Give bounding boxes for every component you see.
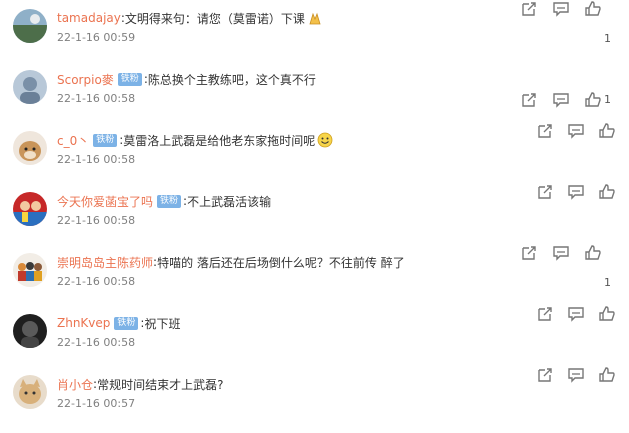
comment-item: 崇明岛岛主陈药师: 特喵的 落后还在后场倒什么呢？不往前传 醉了 22-1-16 … [0,244,629,305]
comment-username[interactable]: 今天你爱菡宝了吗 [57,193,153,210]
share-icon[interactable] [536,122,554,140]
comment-icon[interactable] [552,0,570,18]
comment-time: 22-1-16 00:58 [57,336,136,349]
fan-badge[interactable]: 铁粉 [93,133,118,147]
comment-text: 特喵的 落后还在后场倒什么呢？不往前传 醉了 [157,255,405,270]
comment-username[interactable]: ZhnKvep [57,316,110,330]
comment-icon[interactable] [567,305,585,323]
thumbs-up-icon[interactable] [584,244,602,262]
comment-username[interactable]: 崇明岛岛主陈药师 [57,254,153,271]
share-icon[interactable] [536,305,554,323]
thumbs-up-icon[interactable] [598,366,616,384]
comment-icon[interactable] [567,122,585,140]
comment-icon[interactable] [567,366,585,384]
fan-badge[interactable]: 铁粉 [114,316,139,330]
like-count: 1 [604,276,611,289]
pray-hands-emoji [307,10,323,26]
share-icon[interactable] [520,0,538,18]
comment-username[interactable]: c_0丶 [57,132,89,149]
comment-text: 祝下班 [144,316,181,331]
fan-badge[interactable]: 铁粉 [157,194,182,208]
like-count: 1 [604,32,611,45]
share-icon[interactable] [536,366,554,384]
comment-text: 陈总换个主教练吧，这个真不行 [147,72,316,87]
comment-time: 22-1-16 00:59 [57,31,136,44]
comment-item: tamadajay: 文明得来句：请您（莫雷诺）下课 22-1-16 00:59 … [0,0,629,61]
grin-face-emoji [317,132,333,148]
thumbs-up-icon[interactable] [598,122,616,140]
thumbs-up-icon[interactable] [598,183,616,201]
share-icon[interactable] [520,91,538,109]
comment-time: 22-1-16 00:58 [57,214,136,227]
comment-item: 今天你爱菡宝了吗 铁粉: 不上武磊活该输 22-1-16 00:58 [0,183,629,244]
comment-feed: tamadajay: 文明得来句：请您（莫雷诺）下课 22-1-16 00:59 … [0,0,629,433]
like-count: 1 [604,93,611,106]
avatar[interactable] [13,9,47,43]
comment-username[interactable]: 肖小仓 [57,376,93,393]
avatar[interactable] [13,131,47,165]
comment-username[interactable]: tamadajay [57,11,121,25]
avatar[interactable] [13,314,47,348]
avatar[interactable] [13,375,47,409]
comment-item: ZhnKvep 铁粉: 祝下班 22-1-16 00:58 [0,305,629,366]
thumbs-up-icon[interactable] [584,91,602,109]
comment-item: c_0丶 铁粉: 莫雷洛上武磊是给他老东家拖时间呢 22-1-16 00:58 [0,122,629,183]
avatar[interactable] [13,70,47,104]
comment-time: 22-1-16 00:58 [57,275,136,288]
share-icon[interactable] [536,183,554,201]
comment-text: 常规时间结束才上武磊? [97,377,224,392]
fan-badge[interactable]: 铁粉 [117,72,142,86]
thumbs-up-icon[interactable] [598,305,616,323]
comment-text: 不上武磊活该输 [187,194,272,209]
comment-icon[interactable] [552,91,570,109]
comment-time: 22-1-16 00:58 [57,153,136,166]
comment-text: 莫雷洛上武磊是给他老东家拖时间呢 [123,133,316,148]
comment-icon[interactable] [552,244,570,262]
comment-time: 22-1-16 00:57 [57,397,136,410]
comment-item: Scorpio麥 铁粉: 陈总换个主教练吧，这个真不行 22-1-16 00:58 … [0,61,629,122]
comment-username[interactable]: Scorpio麥 [57,71,114,88]
avatar[interactable] [13,253,47,287]
comment-icon[interactable] [567,183,585,201]
comment-time: 22-1-16 00:58 [57,92,136,105]
avatar[interactable] [13,192,47,226]
comment-text: 文明得来句：请您（莫雷诺）下课 [124,11,305,26]
thumbs-up-icon[interactable] [584,0,602,18]
comment-item: 肖小仓: 常规时间结束才上武磊? 22-1-16 00:57 [0,366,629,427]
share-icon[interactable] [520,244,538,262]
